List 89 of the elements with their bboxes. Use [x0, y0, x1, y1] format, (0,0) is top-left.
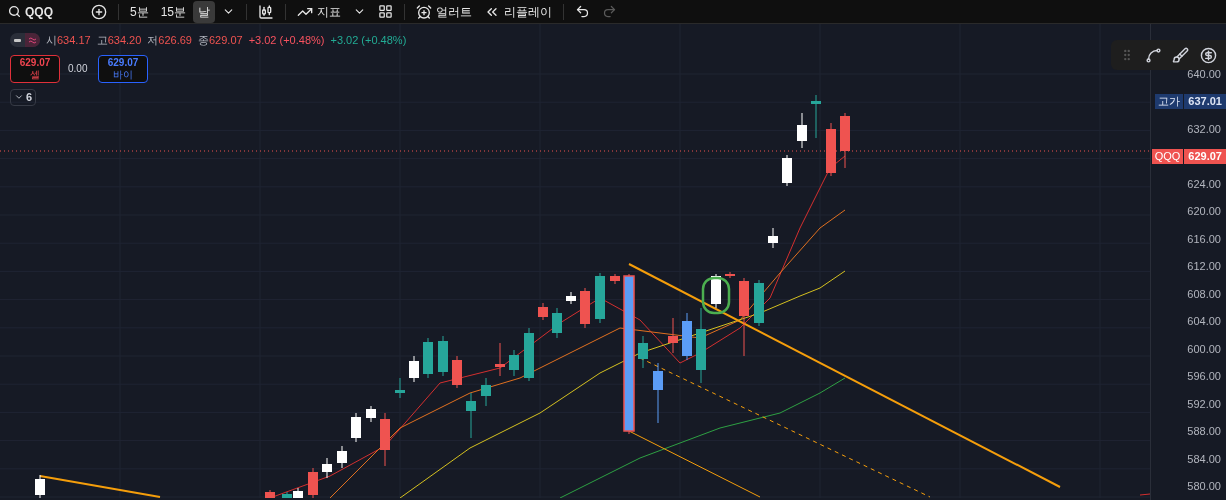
replay-button[interactable]: 리플레이: [479, 0, 558, 23]
ohlc-value: 저626.69: [147, 33, 192, 48]
price-badge: 629.07: [1184, 148, 1226, 164]
candlestick: [265, 489, 275, 498]
candlestick: [725, 271, 735, 279]
interval-tab[interactable]: 날: [193, 0, 216, 23]
candlestick: [782, 154, 792, 187]
candlestick: [538, 302, 548, 321]
ohlc-value: 시634.17: [46, 33, 91, 48]
candlestick-icon: [258, 3, 275, 20]
candlestick: [811, 94, 821, 139]
candlestick: [552, 307, 562, 339]
dollar-icon: [1199, 46, 1217, 64]
ohlc-value: 종629.07: [197, 33, 243, 48]
redo-icon: [602, 4, 618, 19]
axis-label: 596.00: [1187, 369, 1222, 384]
axis-label: 640.00: [1187, 66, 1222, 82]
axis-label: 600.00: [1187, 341, 1222, 357]
symbol-search[interactable]: QQQ: [4, 2, 84, 21]
candlestick: [524, 327, 534, 382]
candlestick: [337, 445, 347, 469]
candlestick: [351, 412, 361, 443]
candlestick: [35, 474, 45, 498]
moving-average-line: [1139, 493, 1150, 496]
trendline-tool-button[interactable]: [1144, 46, 1162, 64]
axis-label: 592.00: [1187, 396, 1222, 412]
candlestick: [653, 362, 663, 424]
candlestick: [768, 227, 778, 249]
sell-button[interactable]: 629.07 셀: [10, 54, 60, 83]
candlestick: [380, 412, 390, 467]
candlestick: [366, 405, 376, 423]
price-badge: 637.01: [1184, 93, 1226, 109]
candlestick: [638, 335, 648, 369]
spread-value: 0.00: [68, 62, 89, 76]
wave-toggle[interactable]: [25, 33, 40, 48]
candlestick: [580, 287, 590, 329]
candlestick: [322, 457, 332, 479]
undo-icon: [575, 4, 591, 19]
axis-label: 612.00: [1187, 259, 1222, 274]
price-change: +3.02 (+0.48%): [330, 33, 407, 48]
candlestick: [423, 337, 433, 379]
candlestick: [481, 377, 491, 407]
brush-icon: [1172, 46, 1190, 64]
alarm-clock-icon: [416, 3, 433, 20]
candlestick: [438, 335, 448, 377]
indicator-group-toggle[interactable]: 6: [10, 88, 36, 106]
candlestick: [409, 355, 419, 383]
alert-button[interactable]: 얼러트: [411, 0, 478, 23]
axis-label: 608.00: [1187, 286, 1222, 302]
axis-label: 620.00: [1187, 204, 1222, 219]
candlestick: [754, 279, 764, 327]
candlestick: [595, 272, 605, 324]
indicators-button[interactable]: 지표: [292, 0, 347, 23]
candlestick: [610, 273, 620, 285]
price-badge-tag: 고가: [1155, 93, 1184, 109]
candlestick: [826, 122, 836, 177]
axis-label: 580.00: [1187, 479, 1222, 494]
buy-button[interactable]: 629.07 바이: [98, 54, 148, 83]
price-change: +3.02 (+0.48%): [248, 33, 325, 48]
axis-label: 632.00: [1187, 121, 1222, 137]
price-badge-tag: QQQ: [1151, 148, 1184, 164]
candlestick: [452, 355, 462, 389]
search-icon: [8, 5, 21, 18]
axis-label: 604.00: [1187, 314, 1222, 329]
add-icon: [91, 3, 107, 20]
candlestick: [566, 291, 576, 305]
grid-icon: [378, 4, 394, 19]
wave-icon: [28, 35, 37, 45]
candlestick: [840, 112, 850, 169]
interval-tab[interactable]: 15분: [155, 0, 192, 23]
candlestick: [711, 273, 721, 309]
price-tool-button[interactable]: [1199, 46, 1217, 64]
axis-label: 616.00: [1187, 231, 1222, 247]
chevron-icon: [14, 92, 24, 102]
candlestick: [466, 392, 476, 439]
interval-tab[interactable]: 5분: [125, 0, 154, 23]
axis-label: 588.00: [1187, 424, 1222, 439]
candlestick: [308, 467, 318, 498]
candlestick: [495, 342, 505, 377]
line-tool-icon: [1144, 46, 1162, 64]
candlestick: [797, 112, 807, 149]
candlestick: [682, 312, 692, 361]
axis-label: 584.00: [1187, 451, 1222, 467]
brush-tool-button[interactable]: [1172, 46, 1190, 64]
axis-label: 624.00: [1187, 176, 1222, 192]
candlestick: [509, 349, 519, 377]
candlestick: [668, 317, 678, 354]
ohlc-value: 고634.20: [96, 33, 142, 48]
candlestick: [395, 377, 405, 399]
